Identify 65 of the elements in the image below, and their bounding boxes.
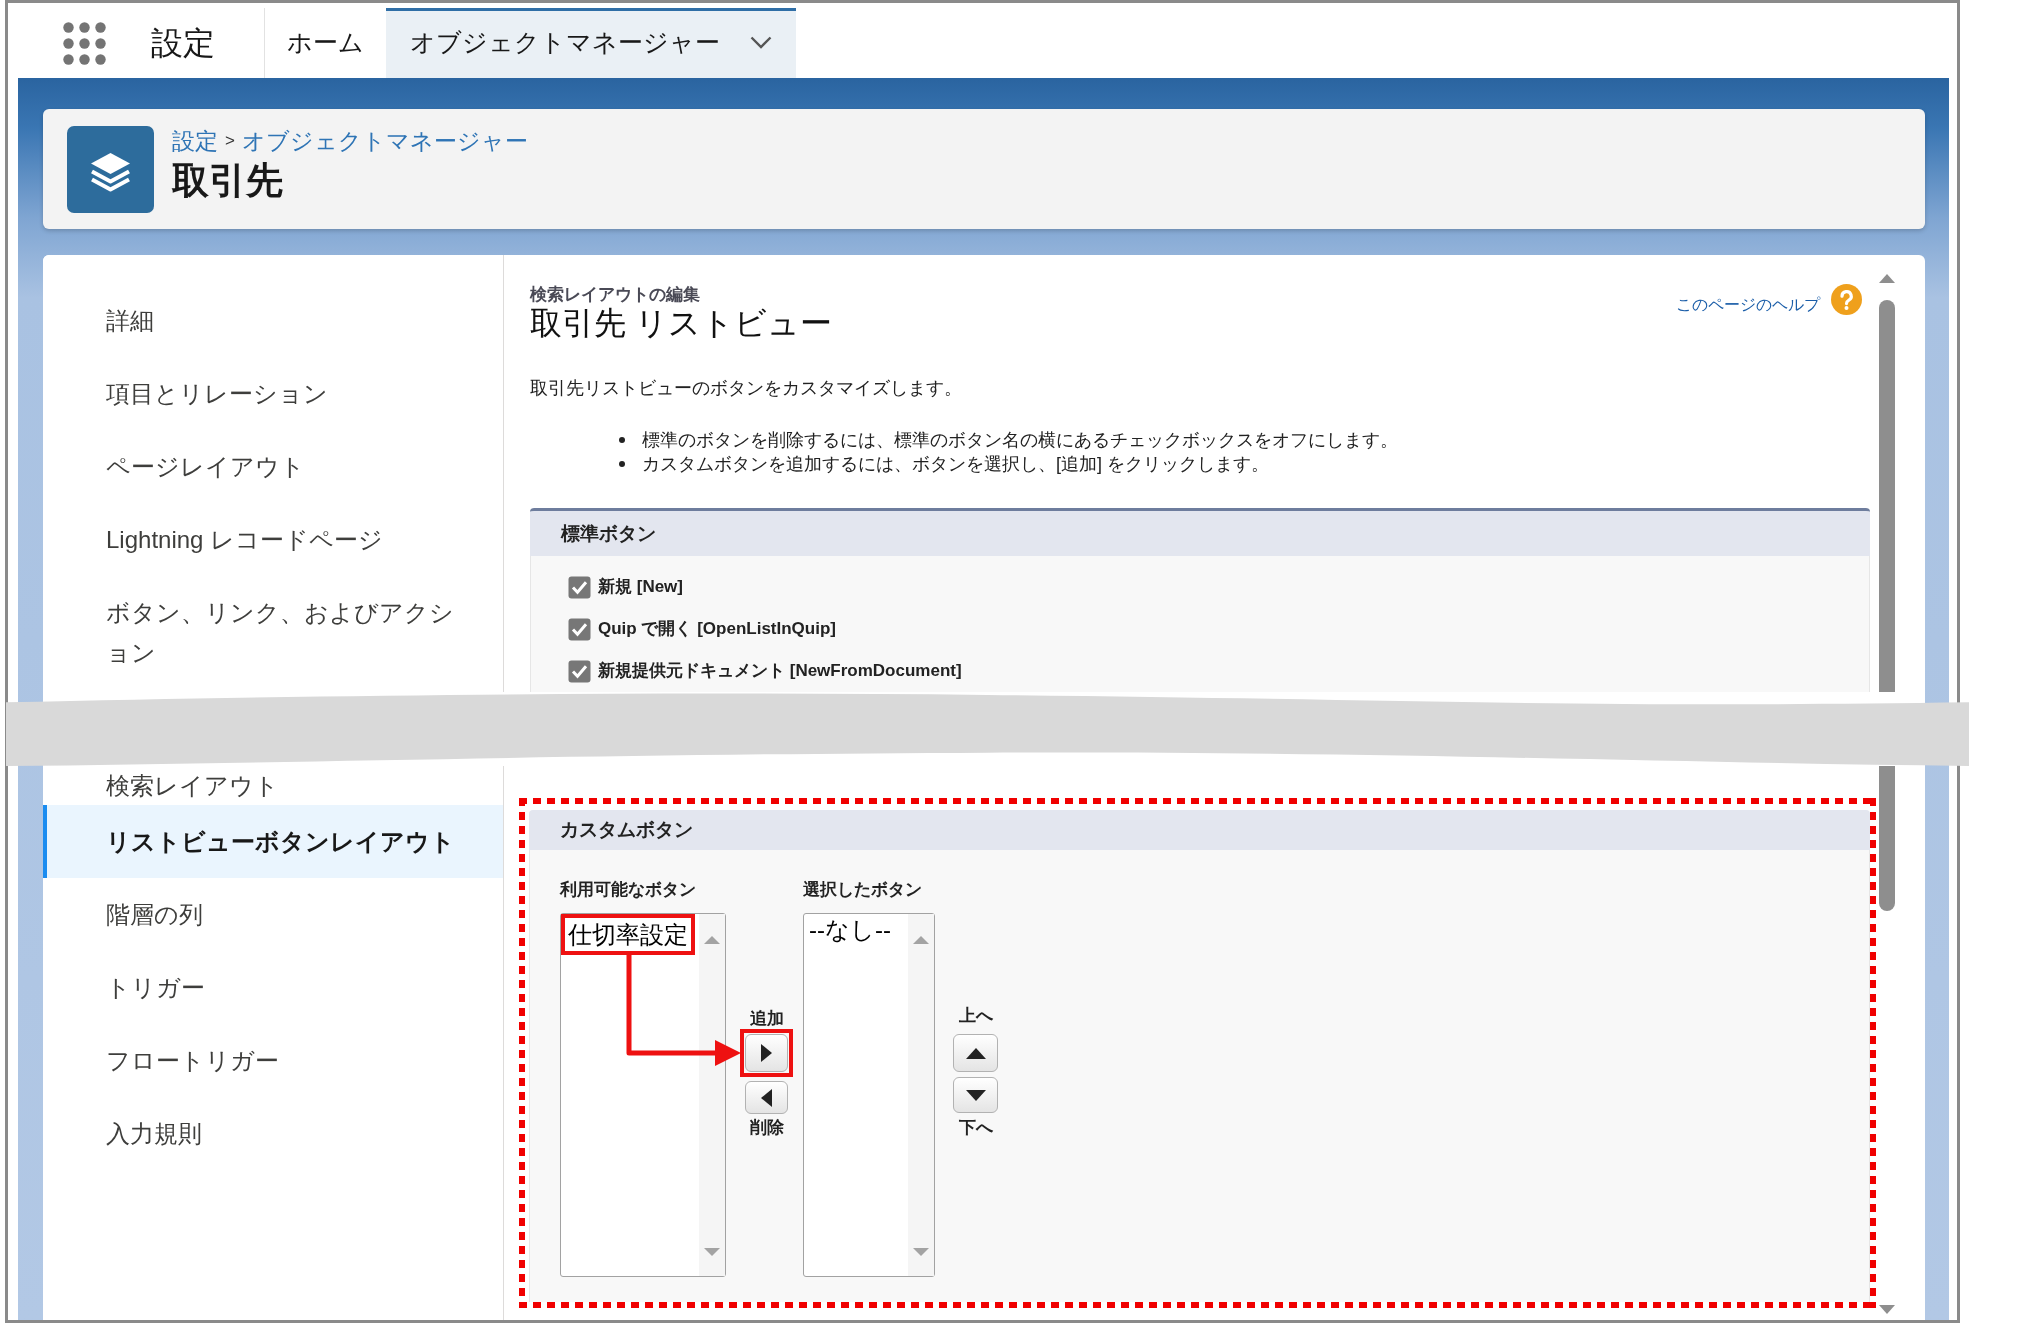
sidebar-item[interactable]: ページレイアウト <box>43 430 503 503</box>
list-option[interactable]: 仕切率設定 <box>568 919 688 950</box>
list-label: 選択したボタン <box>803 880 923 900</box>
scrollbar-thumb[interactable] <box>1879 300 1895 692</box>
triangle-down-icon[interactable] <box>1879 1305 1895 1314</box>
sidebar-item[interactable]: 入力規則 <box>43 1097 503 1170</box>
move-up-button[interactable] <box>953 1034 998 1072</box>
button-label: 追加 <box>749 1009 784 1029</box>
button-label: 削除 <box>749 1118 784 1138</box>
nav-tab[interactable]: オブジェクトマネージャー <box>386 8 796 78</box>
instruction-text: カスタムボタンを追加するには、ボタンを選択し、[追加] をクリックします。 <box>642 453 1269 476</box>
list-box[interactable]: 仕切率設定 <box>560 913 726 1277</box>
checkbox-label: Quip で開く [OpenListInQuip] <box>598 618 836 641</box>
sidebar-item[interactable]: フロートリガー <box>43 1024 503 1097</box>
list-box[interactable]: --なし-- <box>803 913 935 1277</box>
move-down-button[interactable] <box>953 1077 998 1113</box>
scrollbar-thumb[interactable] <box>1879 766 1895 911</box>
sidebar-item[interactable]: Lightning レコードページ <box>43 503 503 576</box>
help-link[interactable]: このページのヘルプ <box>1676 295 1820 315</box>
section-title: 標準ボタン <box>561 521 656 546</box>
sidebar-item[interactable]: 項目とリレーション <box>43 357 503 430</box>
breadcrumb-link[interactable]: 設定 <box>172 127 218 155</box>
sidebar-item[interactable]: 詳細 <box>43 284 503 357</box>
scrollbar-track[interactable] <box>699 914 725 1276</box>
triangle-up-icon <box>965 1047 986 1059</box>
sidebar-item[interactable]: 検索レイアウト <box>43 766 503 805</box>
nav-tab[interactable]: ホーム <box>265 8 386 78</box>
sidebar-item[interactable]: 階層の列 <box>43 878 503 951</box>
triangle-up-icon[interactable] <box>913 936 929 944</box>
button-label: 上へ <box>958 1006 993 1026</box>
checkbox-label: 新規提供元ドキュメント [NewFromDocument] <box>598 660 962 683</box>
list-option[interactable]: --なし-- <box>804 914 908 945</box>
app-name: 設定 <box>151 24 215 63</box>
remove-button[interactable] <box>745 1081 788 1114</box>
sidebar-item[interactable]: リストビューボタンレイアウト <box>43 805 503 878</box>
breadcrumb-separator: > <box>225 130 235 152</box>
list-label: 利用可能なボタン <box>560 880 697 900</box>
page-title: 取引先 リストビュー <box>530 305 832 341</box>
scrollbar-track[interactable] <box>908 914 934 1276</box>
bullet-icon <box>619 461 625 467</box>
layers-icon <box>67 125 154 213</box>
app-launcher-icon[interactable] <box>63 21 106 65</box>
triangle-up-icon[interactable] <box>1879 274 1895 283</box>
triangle-down-icon <box>965 1089 986 1101</box>
object-title: 取引先 <box>172 159 284 203</box>
triangle-right-icon <box>761 1044 772 1062</box>
page-description: 取引先リストビューのボタンをカスタマイズします。 <box>530 377 963 400</box>
instruction-text: 標準のボタンを削除するには、標準のボタン名の横にあるチェックボックスをオフにします。 <box>642 429 1398 452</box>
bullet-icon <box>619 437 625 443</box>
breadcrumb-link[interactable]: オブジェクトマネージャー <box>241 127 528 155</box>
checkbox[interactable] <box>568 575 591 599</box>
checkbox[interactable] <box>568 617 591 641</box>
triangle-up-icon[interactable] <box>704 936 720 944</box>
sidebar-item[interactable]: ボタン、リンク、およびアクション <box>43 576 503 689</box>
triangle-down-icon[interactable] <box>704 1248 720 1256</box>
triangle-left-icon <box>761 1088 772 1107</box>
section-title: カスタムボタン <box>560 818 693 842</box>
chevron-down-icon[interactable] <box>750 36 772 49</box>
page-subtitle: 検索レイアウトの編集 <box>530 285 701 305</box>
sidebar-item[interactable]: トリガー <box>43 951 503 1024</box>
triangle-down-icon[interactable] <box>913 1248 929 1256</box>
checkbox-label: 新規 [New] <box>598 576 683 599</box>
button-label: 下へ <box>958 1118 993 1138</box>
help-icon[interactable] <box>1831 284 1862 315</box>
checkbox[interactable] <box>568 659 591 683</box>
